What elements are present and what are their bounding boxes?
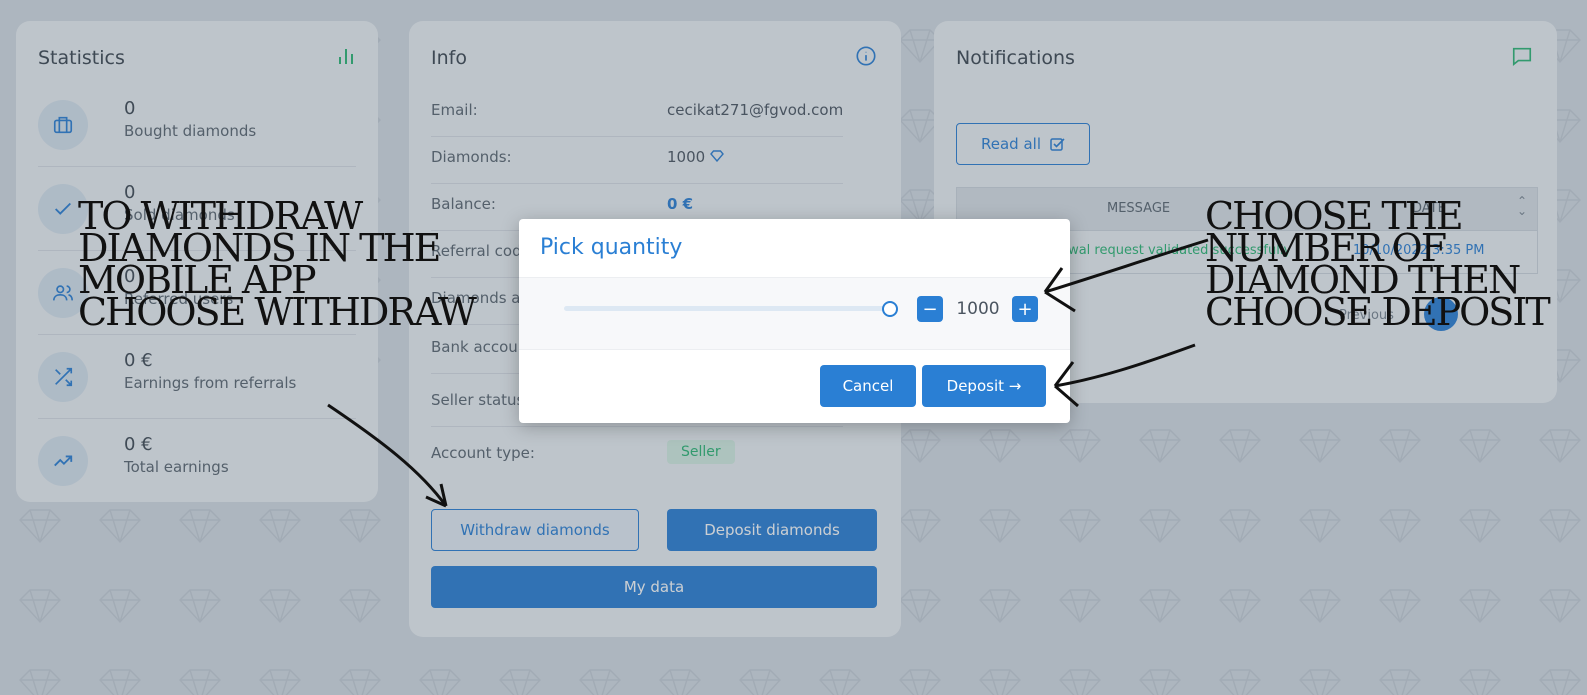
pick-quantity-modal: Pick quantity − 1000 + Cancel Deposit →: [519, 219, 1070, 423]
quantity-input[interactable]: 1000: [949, 299, 1007, 319]
annotation-left: TO WITHDRAW DIAMONDS IN THE MOBILE APP C…: [78, 194, 477, 334]
modal-body: − 1000 +: [519, 277, 1070, 350]
cancel-button[interactable]: Cancel: [820, 365, 916, 407]
annotation-right: CHOOSE THE NUMBER OF DIAMOND THEN CHOOSE…: [1205, 194, 1551, 334]
quantity-slider-track[interactable]: [564, 306, 890, 311]
modal-title: Pick quantity: [540, 235, 683, 260]
deposit-button[interactable]: Deposit →: [922, 365, 1046, 407]
increment-button[interactable]: +: [1012, 296, 1038, 322]
quantity-slider-handle[interactable]: [882, 301, 898, 317]
decrement-button[interactable]: −: [917, 296, 943, 322]
